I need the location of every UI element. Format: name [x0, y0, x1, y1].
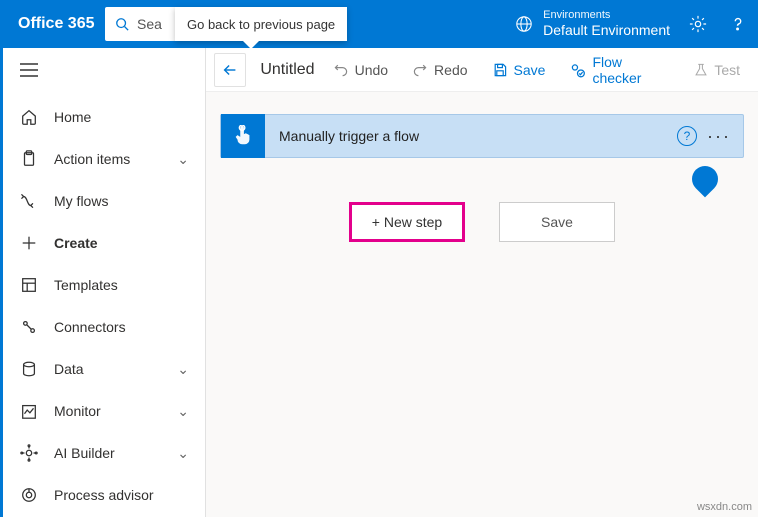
sidebar: Home Action items ⌄ My flows Create Temp…	[0, 48, 206, 517]
monitor-icon	[20, 402, 38, 420]
new-step-button[interactable]: + New step	[349, 202, 465, 242]
clipboard-icon	[20, 150, 38, 168]
sidebar-item-data[interactable]: Data ⌄	[0, 348, 205, 390]
environment-value: Default Environment	[543, 22, 670, 39]
gear-icon	[689, 15, 707, 33]
search-box[interactable]: Sea	[105, 7, 175, 41]
checker-icon	[569, 61, 586, 79]
app-header: Office 365 Sea Go back to previous page …	[0, 0, 758, 48]
templates-icon	[20, 276, 38, 294]
flow-icon	[20, 192, 38, 210]
sidebar-item-process-advisor[interactable]: Process advisor	[0, 474, 205, 516]
sidebar-item-label: Action items	[54, 151, 130, 167]
trigger-tile	[221, 114, 265, 158]
sidebar-item-label: Connectors	[54, 319, 126, 335]
back-button[interactable]	[214, 53, 246, 87]
hamburger-icon	[20, 63, 38, 77]
redo-icon	[412, 62, 428, 78]
trigger-label: Manually trigger a flow	[265, 128, 677, 144]
chevron-down-icon: ⌄	[177, 403, 189, 420]
back-tooltip: Go back to previous page	[175, 7, 347, 41]
settings-button[interactable]	[678, 0, 718, 48]
sidebar-item-action-items[interactable]: Action items ⌄	[0, 138, 205, 180]
step-buttons: + New step Save	[206, 202, 758, 242]
chevron-down-icon: ⌄	[177, 151, 189, 168]
environment-label: Environments	[543, 9, 670, 22]
touch-icon	[232, 125, 254, 147]
brand-logo: Office 365	[0, 15, 105, 33]
arrow-left-icon	[221, 61, 239, 79]
designer-toolbar: Untitled Undo Redo Save Flow checker Tes…	[206, 48, 758, 92]
process-icon	[20, 486, 38, 504]
redo-label: Redo	[434, 62, 467, 78]
test-label: Test	[714, 62, 740, 78]
test-button[interactable]: Test	[684, 56, 750, 84]
sidebar-item-templates[interactable]: Templates	[0, 264, 205, 306]
undo-button[interactable]: Undo	[323, 56, 398, 84]
save-step-button[interactable]: Save	[499, 202, 615, 242]
sidebar-item-label: Create	[54, 235, 98, 251]
sidebar-item-label: My flows	[54, 193, 108, 209]
chevron-down-icon: ⌄	[177, 361, 189, 378]
sidebar-item-home[interactable]: Home	[0, 96, 205, 138]
environment-picker[interactable]: Environments Default Environment	[515, 9, 678, 39]
sidebar-item-create[interactable]: Create	[0, 222, 205, 264]
search-text: Sea	[137, 16, 162, 32]
nav-toggle[interactable]	[0, 48, 205, 92]
connectors-icon	[20, 318, 38, 336]
plus-icon	[20, 234, 38, 252]
redo-button[interactable]: Redo	[402, 56, 477, 84]
watermark: wsxdn.com	[697, 501, 752, 513]
droplet-icon	[687, 161, 724, 198]
environment-text: Environments Default Environment	[543, 9, 670, 39]
sidebar-item-label: Home	[54, 109, 91, 125]
sidebar-item-label: Data	[54, 361, 84, 377]
sidebar-item-label: AI Builder	[54, 445, 115, 461]
sidebar-item-label: Monitor	[54, 403, 101, 419]
undo-label: Undo	[355, 62, 388, 78]
nav-list: Home Action items ⌄ My flows Create Temp…	[0, 92, 205, 516]
save-icon	[492, 62, 508, 78]
sidebar-item-my-flows[interactable]: My flows	[0, 180, 205, 222]
home-icon	[20, 108, 38, 126]
save-button[interactable]: Save	[482, 56, 556, 84]
sidebar-item-monitor[interactable]: Monitor ⌄	[0, 390, 205, 432]
flow-checker-button[interactable]: Flow checker	[559, 48, 680, 92]
sidebar-item-connectors[interactable]: Connectors	[0, 306, 205, 348]
data-icon	[20, 360, 38, 378]
help-button[interactable]	[718, 0, 758, 48]
sidebar-item-label: Process advisor	[54, 487, 154, 503]
flask-icon	[694, 62, 708, 78]
trigger-card[interactable]: Manually trigger a flow ? ···	[220, 114, 744, 158]
designer-canvas: Untitled Undo Redo Save Flow checker Tes…	[206, 48, 758, 517]
save-label: Save	[514, 62, 546, 78]
ai-icon	[20, 444, 38, 462]
trigger-menu-button[interactable]: ···	[707, 126, 731, 147]
checker-label: Flow checker	[592, 54, 670, 86]
chevron-down-icon: ⌄	[177, 445, 189, 462]
globe-icon	[515, 15, 533, 33]
trigger-help-button[interactable]: ?	[677, 126, 697, 146]
sidebar-item-label: Templates	[54, 277, 118, 293]
flow-title[interactable]: Untitled	[260, 61, 314, 79]
sidebar-item-ai-builder[interactable]: AI Builder ⌄	[0, 432, 205, 474]
search-icon	[115, 17, 129, 31]
help-icon	[729, 15, 747, 33]
undo-icon	[333, 62, 349, 78]
